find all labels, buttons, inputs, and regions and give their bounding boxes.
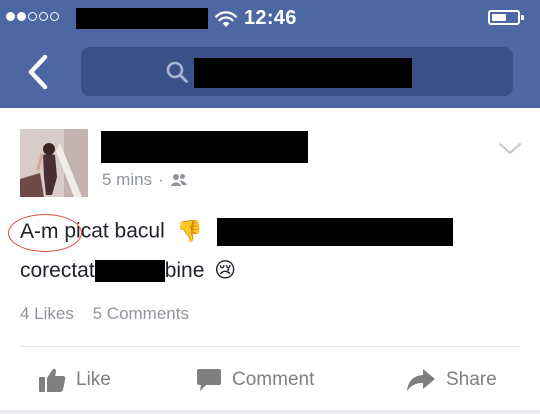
- avatar[interactable]: [20, 129, 88, 197]
- red-circle-annotation: [8, 213, 82, 252]
- share-label: Share: [446, 369, 497, 390]
- wifi-icon: [215, 11, 237, 27]
- post-stats: 4 Likes 5 Comments: [20, 304, 189, 324]
- post-actions: Like Comment Share: [0, 358, 540, 402]
- avatar-photo: [20, 129, 88, 197]
- back-button[interactable]: [20, 52, 56, 92]
- chevron-left-icon: [28, 54, 48, 90]
- carrier-redaction: [76, 8, 208, 29]
- comment-button[interactable]: Comment: [196, 358, 314, 402]
- divider: [20, 346, 520, 347]
- thumbs-up-icon: [39, 368, 66, 392]
- post-text-segment: corectat: [20, 259, 95, 282]
- battery-icon: [488, 10, 524, 25]
- crying-emoji: 😢: [214, 259, 237, 282]
- circled-word: A-m: [8, 213, 82, 252]
- share-button[interactable]: Share: [406, 358, 497, 402]
- post-card: 5 mins · A-m picat bacul 👎 corectat bine …: [0, 108, 540, 414]
- likes-count[interactable]: 4 Likes: [20, 304, 74, 323]
- like-button[interactable]: Like: [38, 358, 111, 402]
- friends-icon[interactable]: [170, 173, 188, 187]
- post-text-line-2: corectat bine 😢: [20, 258, 236, 283]
- nav-bar: [0, 36, 540, 108]
- clock: 12:46: [244, 7, 297, 29]
- signal-strength-icon: [6, 12, 59, 21]
- card-bottom-border: [0, 410, 540, 414]
- text-redaction-2: [94, 260, 165, 283]
- post-meta: 5 mins ·: [102, 170, 188, 190]
- post-text-segment: bine: [164, 259, 205, 282]
- thumbs-down-emoji: 👎: [176, 219, 203, 243]
- post-timestamp[interactable]: 5 mins: [102, 170, 152, 190]
- like-label: Like: [76, 369, 111, 390]
- search-query-redaction: [194, 58, 412, 88]
- status-bar: 12:46: [0, 0, 540, 36]
- search-input[interactable]: [81, 47, 513, 96]
- text-redaction-1: [216, 218, 453, 246]
- share-icon: [407, 369, 435, 391]
- chevron-down-icon[interactable]: [498, 142, 522, 156]
- comment-icon: [197, 369, 221, 391]
- comment-label: Comment: [232, 369, 315, 390]
- author-name-redaction[interactable]: [101, 131, 308, 163]
- comments-count[interactable]: 5 Comments: [93, 304, 189, 323]
- search-icon: [166, 61, 188, 83]
- post-text-line-1: A-m picat bacul 👎: [8, 213, 453, 252]
- meta-separator: ·: [158, 170, 164, 189]
